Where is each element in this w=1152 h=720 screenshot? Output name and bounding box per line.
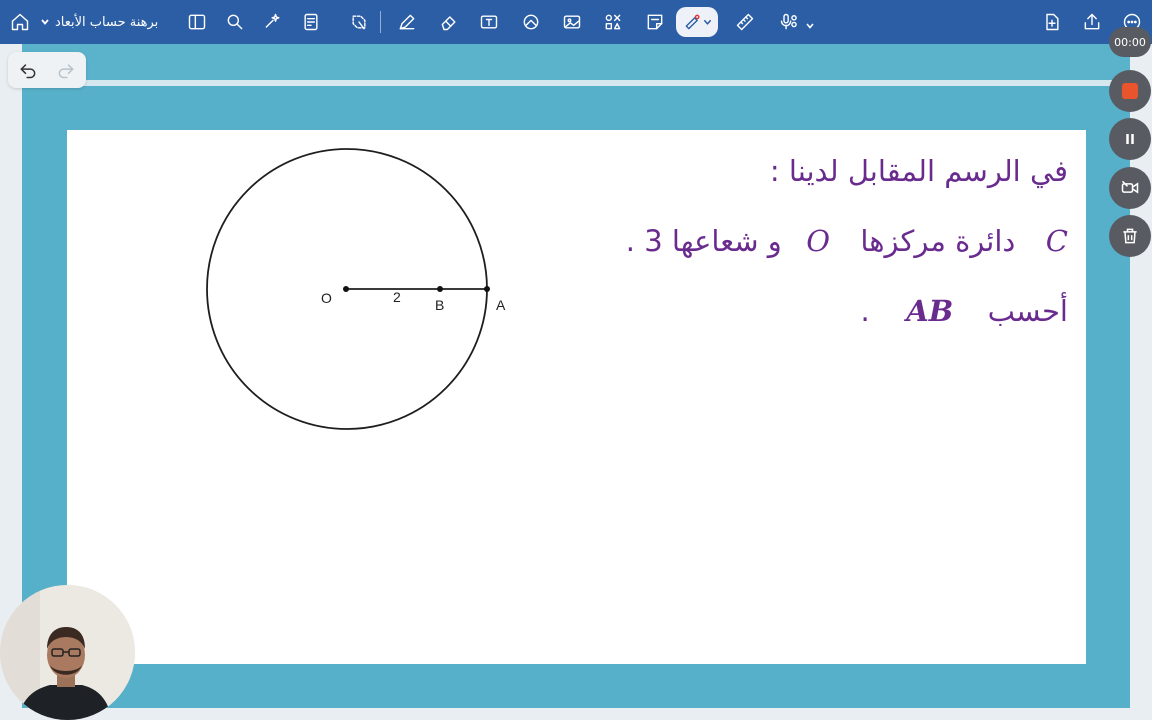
text-radius-phrase: و شعاعها 3 .	[625, 224, 782, 258]
label-o: O	[321, 290, 332, 306]
toolbar-separator	[380, 11, 381, 33]
chevron-down-icon[interactable]	[805, 16, 815, 29]
point-o	[343, 286, 349, 292]
search-icon[interactable]	[220, 7, 250, 37]
bottom-gutter	[0, 708, 1152, 720]
camera-toggle-button[interactable]	[1109, 167, 1151, 209]
shapes-icon[interactable]	[516, 7, 546, 37]
ai-sparkle-icon[interactable]	[258, 7, 288, 37]
sidebar-icon[interactable]	[182, 7, 212, 37]
pen-icon[interactable]	[392, 7, 422, 37]
label-b: B	[435, 297, 445, 313]
text-line-2: C دائرة مركزها O و شعاعها 3 .	[626, 224, 1068, 258]
document-title-dropdown[interactable]: برهنة حساب الأبعاد	[40, 11, 158, 33]
math-ab: AB	[906, 294, 954, 328]
circle-diagram	[206, 148, 490, 430]
stop-recording-button[interactable]	[1109, 70, 1151, 112]
top-toolbar: برهنة حساب الأبعاد	[0, 0, 1152, 44]
point-a	[484, 286, 490, 292]
circle-figure: O 2 B A	[200, 143, 520, 435]
sticky-note-icon[interactable]	[640, 7, 670, 37]
eraser-icon[interactable]	[434, 7, 464, 37]
undo-redo-panel	[8, 52, 86, 88]
text-line-1-content: في الرسم المقابل لدينا :	[769, 154, 1068, 188]
recording-timer: 00:00	[1109, 27, 1151, 57]
pause-icon	[1126, 134, 1134, 144]
image-icon[interactable]	[557, 7, 587, 37]
ruler-icon[interactable]	[730, 7, 760, 37]
microphone-icon[interactable]	[774, 7, 804, 37]
stop-icon	[1122, 83, 1138, 99]
text-box-icon[interactable]	[474, 7, 504, 37]
home-icon[interactable]	[5, 7, 35, 37]
chevron-down-icon	[703, 19, 711, 25]
add-page-icon[interactable]	[1037, 7, 1067, 37]
previous-page-strip	[22, 44, 1130, 80]
presenter-avatar	[0, 585, 135, 720]
export-notes-icon[interactable]	[296, 7, 326, 37]
pause-recording-button[interactable]	[1109, 118, 1151, 160]
segment-length-label: 2	[393, 289, 401, 305]
text-line-1: في الرسم المقابل لدينا :	[770, 154, 1068, 188]
video-camera-icon	[1121, 180, 1139, 194]
webcam-bubble[interactable]	[0, 585, 135, 720]
share-icon[interactable]	[1077, 7, 1107, 37]
redo-icon[interactable]	[56, 60, 76, 80]
undo-icon[interactable]	[18, 60, 38, 80]
lasso-icon[interactable]	[344, 7, 374, 37]
text-center-phrase: دائرة مركزها	[860, 224, 1016, 258]
trash-icon	[1123, 228, 1137, 244]
point-b	[437, 286, 443, 292]
text-period: .	[860, 294, 870, 328]
text-line-3: أحسب AB .	[861, 294, 1068, 328]
laser-pointer-icon[interactable]	[676, 7, 718, 37]
label-a: A	[496, 297, 506, 313]
text-compute-phrase: أحسب	[987, 294, 1068, 328]
delete-recording-button[interactable]	[1109, 215, 1151, 257]
math-o: O	[806, 224, 830, 258]
math-c: C	[1045, 224, 1068, 258]
elements-icon[interactable]	[598, 7, 628, 37]
chevron-down-icon	[41, 19, 49, 25]
document-title: برهنة حساب الأبعاد	[55, 14, 159, 30]
